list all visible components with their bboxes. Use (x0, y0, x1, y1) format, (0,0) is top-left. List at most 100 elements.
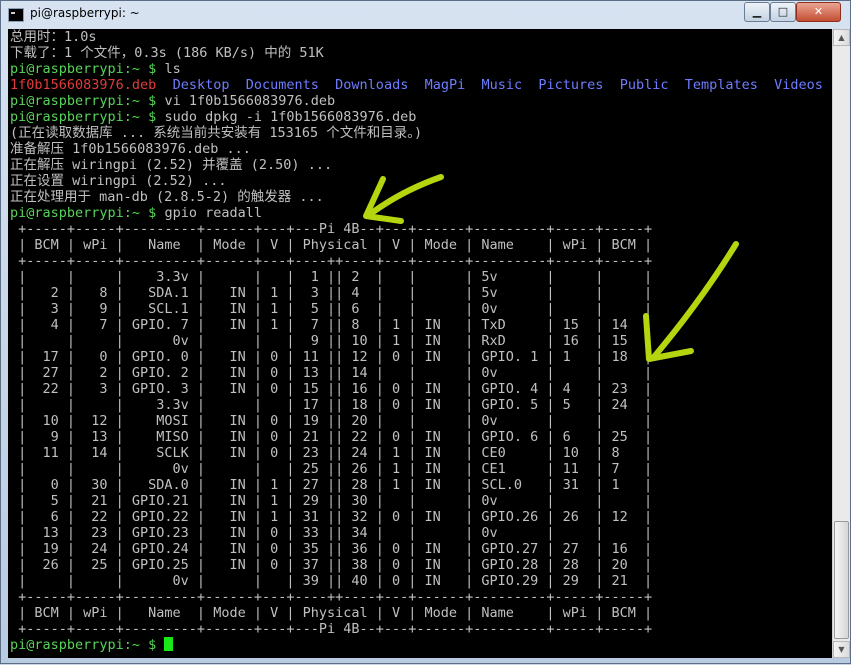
terminal-text: | | | 3.3v | | | 17 || 18 | 0 | IN | GPI… (10, 397, 653, 413)
terminal-text: 下载了：1 个文件，0.3s (186 KB/s) 中的 51K (10, 45, 324, 61)
terminal-line: pi@raspberrypi:~ $ ls (10, 61, 823, 77)
terminal-text: 准备解压 1f0b1566083976.deb ... (10, 141, 251, 157)
close-button[interactable]: ✕ (796, 2, 841, 22)
terminal-text: | BCM | wPi | Name | Mode | V | Physical… (10, 605, 653, 621)
terminal-line: pi@raspberrypi:~ $ sudo dpkg -i 1f0b1566… (10, 109, 823, 125)
terminal-line: 总用时：1.0s (10, 29, 823, 45)
directory-name: Music (481, 77, 523, 93)
terminal-line: | | | 3.3v | | | 1 || 2 | | | 5v | | | (10, 269, 823, 285)
minimize-button[interactable]: ▁ (744, 2, 770, 22)
terminal-line: | 9 | 13 | MISO | IN | 0 | 21 || 22 | 0 … (10, 429, 823, 445)
terminal-text: | 17 | 0 | GPIO. 0 | IN | 0 | 11 || 12 |… (10, 349, 653, 365)
scroll-up-button[interactable]: ▲ (833, 29, 850, 46)
directory-name: Templates (684, 77, 758, 93)
terminal-line: | 5 | 21 | GPIO.21 | IN | 1 | 29 || 30 |… (10, 493, 823, 509)
terminal-text: | 11 | 14 | SCLK | IN | 0 | 23 || 24 | 1… (10, 445, 653, 461)
terminal-text: +-----+-----+---------+------+---+----++… (10, 253, 653, 269)
terminal-line: +-----+-----+---------+------+---+---Pi … (10, 221, 823, 237)
terminal-line: | 17 | 0 | GPIO. 0 | IN | 0 | 11 || 12 |… (10, 349, 823, 365)
directory-name: Videos (774, 77, 823, 93)
terminal-text: +-----+-----+---------+------+---+----++… (10, 589, 653, 605)
terminal-text: 正在处理用于 man-db (2.8.5-2) 的触发器 ... (10, 189, 324, 205)
terminal-text: +-----+-----+---------+------+---+---Pi … (10, 221, 653, 237)
terminal-line: | | | 0v | | | 39 || 40 | 0 | IN | GPIO.… (10, 573, 823, 589)
terminal-line: | 2 | 8 | SDA.1 | IN | 1 | 3 || 4 | | | … (10, 285, 823, 301)
title-bar[interactable]: pi@raspberrypi: ~ ▁ □ ✕ (1, 1, 850, 29)
terminal-text: 正在解压 wiringpi (2.52) 并覆盖 (2.50) ... (10, 157, 333, 173)
terminal-text: | 10 | 12 | MOSI | IN | 0 | 19 || 20 | |… (10, 413, 653, 429)
terminal-text: ls (164, 61, 181, 77)
terminal-line: 准备解压 1f0b1566083976.deb ... (10, 141, 823, 157)
maximize-button[interactable]: □ (770, 2, 796, 22)
terminal-text: | | | 3.3v | | | 1 || 2 | | | 5v | | | (10, 269, 653, 285)
directory-name: Documents (245, 77, 319, 93)
terminal-text: | | | 0v | | | 25 || 26 | 1 | IN | CE1 |… (10, 461, 653, 477)
scroll-thumb[interactable] (834, 521, 849, 639)
terminal-line: pi@raspberrypi:~ $ vi 1f0b1566083976.deb (10, 93, 823, 109)
directory-name: Desktop (172, 77, 230, 93)
terminal-line: +-----+-----+---------+------+---+----++… (10, 253, 823, 269)
terminal-text: | 27 | 2 | GPIO. 2 | IN | 0 | 13 || 14 |… (10, 365, 653, 381)
terminal-text: (正在读取数据库 ... 系统当前共安装有 153165 个文件和目录。) (10, 125, 423, 141)
shell-prompt: pi@raspberrypi:~ $ (10, 109, 165, 125)
terminal-lines: 总用时：1.0s 下载了：1 个文件，0.3s (186 KB/s) 中的 51K… (10, 29, 823, 653)
terminal-line: 正在设置 wiringpi (2.52) ... (10, 173, 823, 189)
terminal-text: 总用时：1.0s (10, 29, 97, 45)
window-title: pi@raspberrypi: ~ (30, 6, 140, 20)
terminal-line: | 22 | 3 | GPIO. 3 | IN | 0 | 15 || 16 |… (10, 381, 823, 397)
terminal-text: | 26 | 25 | GPIO.25 | IN | 0 | 37 || 38 … (10, 557, 653, 573)
terminal-text: | | | 0v | | | 9 || 10 | 1 | IN | RxD | … (10, 333, 653, 349)
shell-prompt: pi@raspberrypi:~ $ (10, 637, 165, 653)
terminal-icon (8, 8, 24, 22)
terminal-text: | 6 | 22 | GPIO.22 | IN | 1 | 31 || 32 |… (10, 509, 653, 525)
terminal-text: | BCM | wPi | Name | Mode | V | Physical… (10, 237, 653, 253)
directory-name: MagPi (424, 77, 466, 93)
directory-name: Pictures (538, 77, 604, 93)
shell-prompt: pi@raspberrypi:~ $ (10, 93, 165, 109)
terminal-line: | 27 | 2 | GPIO. 2 | IN | 0 | 13 || 14 |… (10, 365, 823, 381)
terminal-line: | 4 | 7 | GPIO. 7 | IN | 1 | 7 || 8 | 1 … (10, 317, 823, 333)
terminal-text: | 0 | 30 | SDA.0 | IN | 1 | 27 || 28 | 1… (10, 477, 653, 493)
terminal-text: | 3 | 9 | SCL.1 | IN | 1 | 5 || 6 | | | … (10, 301, 653, 317)
terminal-line: | 0 | 30 | SDA.0 | IN | 1 | 27 || 28 | 1… (10, 477, 823, 493)
terminal-text: | 2 | 8 | SDA.1 | IN | 1 | 3 || 4 | | | … (10, 285, 653, 301)
terminal-text: | 13 | 23 | GPIO.23 | IN | 0 | 33 || 34 … (10, 525, 653, 541)
terminal-line: | 19 | 24 | GPIO.24 | IN | 0 | 35 || 36 … (10, 541, 823, 557)
directory-name: Public (619, 77, 669, 93)
terminal-output[interactable]: 总用时：1.0s 下载了：1 个文件，0.3s (186 KB/s) 中的 51K… (8, 29, 832, 658)
terminal-text: | 5 | 21 | GPIO.21 | IN | 1 | 29 || 30 |… (10, 493, 653, 509)
terminal-line: | 3 | 9 | SCL.1 | IN | 1 | 5 || 6 | | | … (10, 301, 823, 317)
text-cursor (164, 637, 174, 651)
terminal-line: | BCM | wPi | Name | Mode | V | Physical… (10, 605, 823, 621)
terminal-text: | | | 0v | | | 39 || 40 | 0 | IN | GPIO.… (10, 573, 653, 589)
terminal-text: | 9 | 13 | MISO | IN | 0 | 21 || 22 | 0 … (10, 429, 653, 445)
terminal-line: (正在读取数据库 ... 系统当前共安装有 153165 个文件和目录。) (10, 125, 823, 141)
terminal-line: pi@raspberrypi:~ $ (10, 637, 823, 653)
terminal-window: pi@raspberrypi: ~ ▁ □ ✕ 总用时：1.0s 下载了：1 个文… (0, 0, 851, 664)
terminal-text: 正在设置 wiringpi (2.52) ... (10, 173, 227, 189)
terminal-line: | 6 | 22 | GPIO.22 | IN | 1 | 31 || 32 |… (10, 509, 823, 525)
terminal-line: 正在处理用于 man-db (2.8.5-2) 的触发器 ... (10, 189, 823, 205)
terminal-text: | 19 | 24 | GPIO.24 | IN | 0 | 35 || 36 … (10, 541, 653, 557)
vertical-scrollbar[interactable]: ▲ ▼ (832, 29, 850, 658)
terminal-text: | 22 | 3 | GPIO. 3 | IN | 0 | 15 || 16 |… (10, 381, 653, 397)
directory-name: Downloads (335, 77, 409, 93)
terminal-text: gpio readall (164, 205, 262, 221)
terminal-line: | 13 | 23 | GPIO.23 | IN | 0 | 33 || 34 … (10, 525, 823, 541)
terminal-text: sudo dpkg -i 1f0b1566083976.deb (164, 109, 417, 125)
shell-prompt: pi@raspberrypi:~ $ (10, 61, 165, 77)
terminal-line: | 10 | 12 | MOSI | IN | 0 | 19 || 20 | |… (10, 413, 823, 429)
terminal-line: +-----+-----+---------+------+---+----++… (10, 589, 823, 605)
scroll-down-button[interactable]: ▼ (833, 641, 850, 658)
terminal-line: 1f0b1566083976.deb Desktop Documents Dow… (10, 77, 823, 93)
terminal-line: 正在解压 wiringpi (2.52) 并覆盖 (2.50) ... (10, 157, 823, 173)
terminal-line: | | | 3.3v | | | 17 || 18 | 0 | IN | GPI… (10, 397, 823, 413)
terminal-line: | | | 0v | | | 9 || 10 | 1 | IN | RxD | … (10, 333, 823, 349)
